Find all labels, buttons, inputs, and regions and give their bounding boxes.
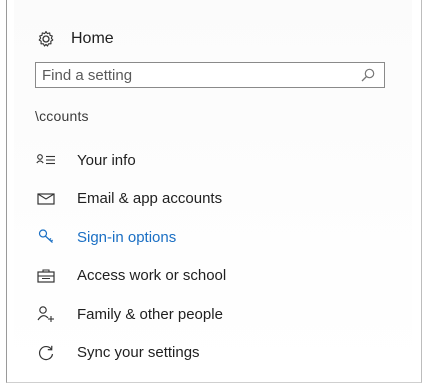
nav-label: Your info [77, 151, 136, 169]
nav-item-sync-your-settings[interactable]: Sync your settings [35, 334, 405, 373]
nav-label: Family & other people [77, 305, 223, 323]
briefcase-icon [35, 265, 57, 287]
nav-label: Email & app accounts [77, 190, 223, 208]
sync-icon [35, 342, 57, 364]
nav-label: Sign-in options [77, 228, 177, 246]
person-list-icon [35, 149, 57, 171]
search-input[interactable] [36, 63, 358, 87]
nav-item-family-other-people[interactable]: Family & other people [35, 295, 405, 334]
home-label: Home [71, 30, 114, 47]
search-box[interactable] [35, 62, 385, 88]
section-title: \ccounts [35, 108, 89, 124]
search-icon[interactable] [358, 65, 378, 85]
gear-icon [35, 28, 57, 50]
nav-item-access-work-or-school[interactable]: Access work or school [35, 257, 405, 296]
nav-item-email-app-accounts[interactable]: Email & app accounts [35, 180, 405, 219]
nav-item-sign-in-options[interactable]: Sign-in options [35, 218, 405, 257]
nav-label: Access work or school [77, 267, 227, 285]
nav-item-your-info[interactable]: Your info [35, 141, 405, 180]
nav-label: Sync your settings [77, 344, 200, 362]
accounts-nav: Your info Email & app accounts Sign-in o… [35, 141, 405, 372]
add-person-icon [35, 303, 57, 325]
home-nav-item[interactable]: Home [35, 27, 114, 51]
mail-icon [35, 188, 57, 210]
key-icon [35, 226, 57, 248]
